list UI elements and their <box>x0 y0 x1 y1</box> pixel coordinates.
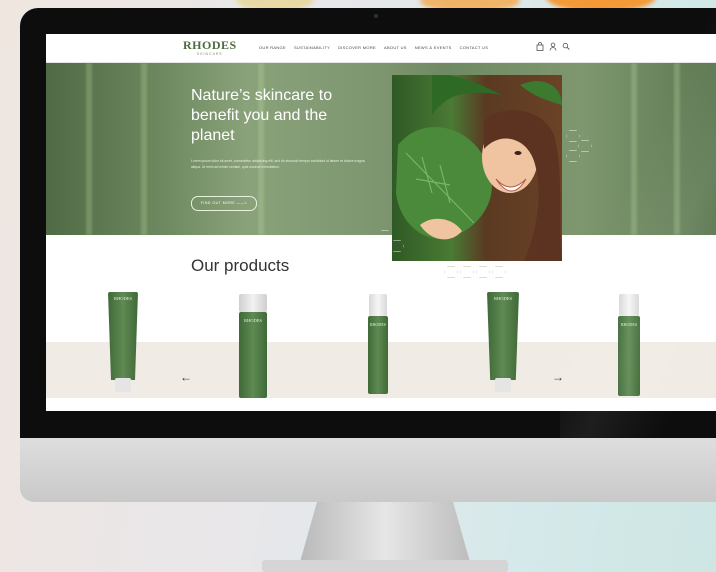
product-cap <box>115 378 131 392</box>
monitor-stand-base <box>262 560 508 572</box>
main-menu: OUR RANGE SUSTAINABILITY DISCOVER MORE A… <box>259 45 488 50</box>
grass-decoration <box>86 63 92 235</box>
carousel-prev-arrow[interactable]: ← <box>180 370 192 384</box>
product-brand-label: RHODES <box>113 296 132 301</box>
product-pump <box>369 294 387 316</box>
nav-item-contact-us[interactable]: CONTACT US <box>460 45 489 50</box>
hero-banner <box>46 63 716 235</box>
hexagon-decoration <box>492 266 506 278</box>
nav-item-about-us[interactable]: ABOUT US <box>384 45 407 50</box>
product-cap <box>495 378 511 392</box>
product-brand-label: RHODES <box>620 322 637 327</box>
grass-decoration <box>674 63 680 235</box>
product-brand-label: RHODES <box>369 322 386 327</box>
product-bottle <box>618 316 640 396</box>
product-pump <box>619 294 639 316</box>
find-out-more-button[interactable]: FIND OUT MORE ——> <box>191 196 257 211</box>
search-icon[interactable] <box>562 42 570 53</box>
product-brand-label: RHODES <box>493 296 512 301</box>
nav-icons <box>536 42 570 53</box>
product-card[interactable]: RHODES <box>232 290 272 400</box>
grass-decoration <box>631 63 637 235</box>
hexagon-decoration <box>476 266 490 278</box>
bag-icon[interactable] <box>536 42 544 53</box>
product-tube <box>487 292 519 380</box>
product-card[interactable]: RHODES <box>358 290 398 400</box>
nav-item-sustainability[interactable]: SUSTAINABILITY <box>294 45 330 50</box>
monitor-stand <box>300 502 470 562</box>
hexagon-decoration <box>444 266 458 278</box>
carousel-next-arrow[interactable]: → <box>552 370 564 384</box>
brand-name: RHODES <box>183 38 237 52</box>
product-card[interactable]: RHODES <box>608 290 648 400</box>
product-bottle <box>239 312 267 398</box>
nav-item-our-range[interactable]: OUR RANGE <box>259 45 286 50</box>
user-icon[interactable] <box>549 42 557 53</box>
product-bottle <box>368 316 388 394</box>
product-brand-label: RHODES <box>243 318 262 323</box>
website-screen: RHODES SKINCARE OUR RANGE SUSTAINABILITY… <box>46 34 716 411</box>
grass-decoration <box>141 63 147 235</box>
monitor-chin <box>20 438 716 502</box>
camera-icon <box>374 14 378 18</box>
nav-item-news-events[interactable]: NEWS & EVENTS <box>415 45 452 50</box>
nav-item-discover-more[interactable]: DISCOVER MORE <box>338 45 376 50</box>
product-card[interactable]: RHODES <box>482 290 522 400</box>
hero-photo-art <box>396 75 562 261</box>
products-heading: Our products <box>191 256 290 275</box>
hero-title: Nature’s skincare to benefit you and the… <box>191 87 333 144</box>
hero-description: Lorem ipsum dolor sit amet, consectetur … <box>191 159 365 169</box>
product-tube <box>108 292 138 380</box>
hero-model-photo <box>392 75 562 261</box>
brand-logo[interactable]: RHODES SKINCARE <box>183 38 237 56</box>
hexagon-decoration <box>460 266 474 278</box>
product-cap <box>239 294 267 312</box>
product-card[interactable]: RHODES <box>102 290 142 400</box>
top-navigation: RHODES SKINCARE OUR RANGE SUSTAINABILITY… <box>46 34 716 63</box>
